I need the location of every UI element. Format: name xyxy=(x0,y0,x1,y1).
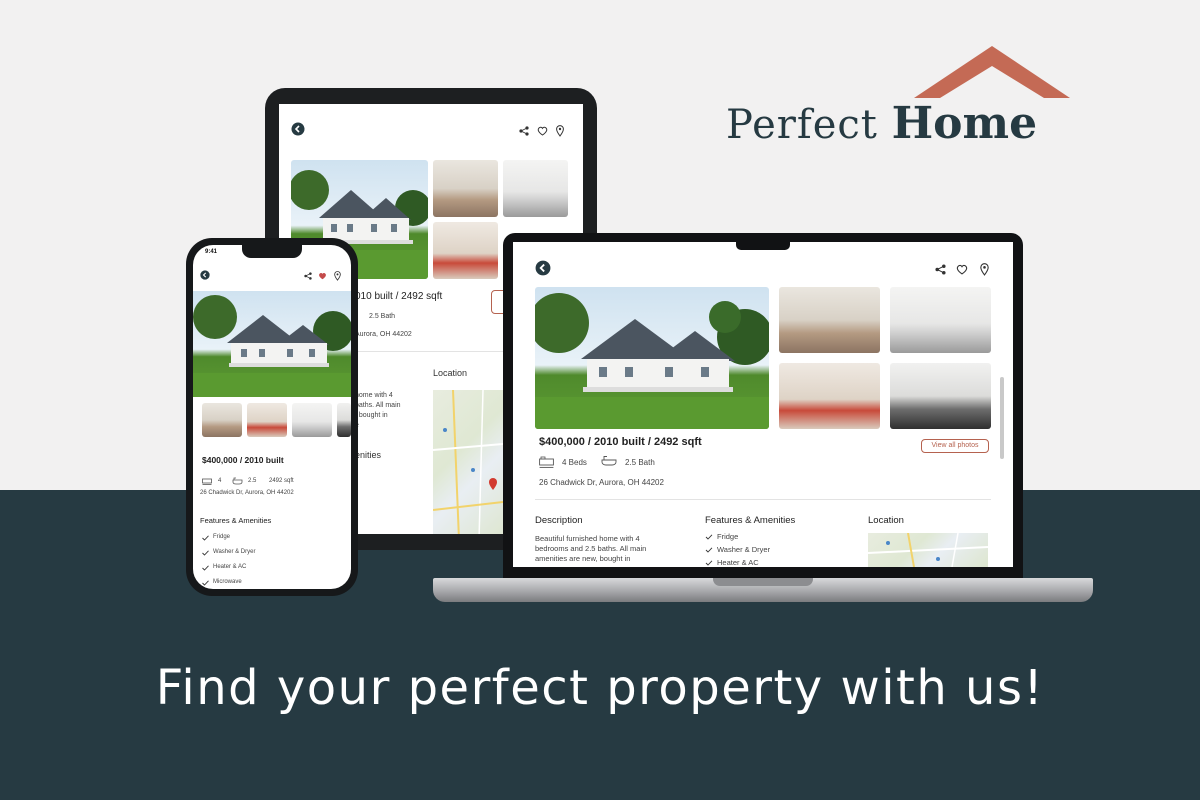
map-roads xyxy=(868,533,988,567)
heart-icon[interactable] xyxy=(537,126,548,136)
heart-icon[interactable] xyxy=(318,272,327,280)
tablet-address: Aurora, OH 44202 xyxy=(355,331,412,338)
brand-name-bold: Home xyxy=(891,98,1038,149)
check-icon xyxy=(202,550,209,556)
phone-baths: 2.5 xyxy=(248,478,257,484)
check-icon xyxy=(705,560,713,566)
feature-item-3: Heater & AC xyxy=(717,558,759,567)
tablet-location-heading: Location xyxy=(433,368,468,378)
house-illustration xyxy=(193,295,351,397)
share-icon[interactable] xyxy=(519,126,529,136)
tablet-amenities-heading: enities xyxy=(355,450,382,460)
laptop-screen: $400,000 / 2010 built / 2492 sqft View a… xyxy=(513,242,1013,567)
check-icon xyxy=(705,547,713,553)
tagline: Find your perfect property with us! xyxy=(155,660,1045,716)
bath-icon xyxy=(232,477,243,485)
location-pin-icon[interactable] xyxy=(334,271,341,281)
location-pin-icon[interactable] xyxy=(980,263,989,276)
laptop-baths: 2.5 Bath xyxy=(625,458,655,467)
phone-sqft: 2492 sqft xyxy=(269,478,294,484)
phone-house-photo[interactable] xyxy=(193,291,351,397)
location-pin-icon[interactable] xyxy=(556,125,564,137)
description-line-2: bedrooms and 2.5 baths. All main xyxy=(535,544,647,553)
phone-feature-3: Heater & AC xyxy=(213,564,247,570)
share-icon[interactable] xyxy=(304,272,312,280)
check-icon xyxy=(705,534,713,540)
phone-status-time: 9:41 xyxy=(205,249,218,255)
bed-icon xyxy=(202,478,212,485)
laptop-map[interactable] xyxy=(868,533,988,567)
map-roads xyxy=(433,390,503,534)
tablet-baths: 2.5 Bath xyxy=(369,313,396,320)
tablet-desc-line-2: baths. All main xyxy=(355,402,401,409)
phone-thumb-1[interactable] xyxy=(202,403,242,437)
phone-device: 9:41 $400,000 / 2010 built 4 2.5 2492 sq… xyxy=(186,238,358,596)
phone-thumb-4[interactable] xyxy=(337,403,351,437)
back-arrow-icon[interactable] xyxy=(200,270,210,280)
brand-name-light: Perfect xyxy=(726,102,878,148)
feature-item-2: Washer & Dryer xyxy=(717,545,771,554)
location-heading: Location xyxy=(868,515,904,526)
brand-logo: Perfect Home xyxy=(722,44,1092,154)
laptop-beds: 4 Beds xyxy=(562,458,587,467)
features-heading: Features & Amenities xyxy=(705,515,796,526)
living-room-photo[interactable] xyxy=(779,287,880,353)
living-room-photo[interactable] xyxy=(433,160,498,217)
description-heading: Description xyxy=(535,515,583,526)
phone-notch xyxy=(242,244,302,258)
tablet-price-line: 010 built / 2492 sqft xyxy=(355,291,443,302)
phone-beds: 4 xyxy=(218,478,222,484)
bath-icon xyxy=(601,456,617,466)
kitchen-photo[interactable] xyxy=(503,160,568,217)
kitchen-dark-photo[interactable] xyxy=(890,363,991,429)
phone-features-heading: Features & Amenities xyxy=(200,516,272,525)
phone-price-line: $400,000 / 2010 built xyxy=(202,455,284,465)
main-house-photo[interactable] xyxy=(535,287,769,429)
house-illustration xyxy=(535,293,769,429)
description-line-3: amenities are new, bought in xyxy=(535,554,631,563)
scrollbar-thumb[interactable] xyxy=(1000,377,1004,459)
tablet-divider xyxy=(355,351,503,352)
check-icon xyxy=(202,565,209,571)
laptop-price-line: $400,000 / 2010 built / 2492 sqft xyxy=(539,436,702,448)
back-arrow-icon[interactable] xyxy=(291,122,305,136)
description-line-1: Beautiful furnished home with 4 xyxy=(535,534,640,543)
tablet-map[interactable] xyxy=(433,390,503,534)
brand-wordmark: Perfect Home xyxy=(726,98,1037,149)
check-icon xyxy=(202,580,209,586)
kitchen-photo[interactable] xyxy=(890,287,991,353)
back-arrow-icon[interactable] xyxy=(535,260,551,276)
laptop-address: 26 Chadwick Dr, Aurora, OH 44202 xyxy=(539,478,664,487)
roof-icon xyxy=(914,46,1070,98)
laptop-device: $400,000 / 2010 built / 2492 sqft View a… xyxy=(503,233,1023,580)
heart-icon[interactable] xyxy=(956,264,968,275)
tablet-desc-line-3: , bought in xyxy=(355,412,388,419)
lounge-photo[interactable] xyxy=(779,363,880,429)
phone-thumb-2[interactable] xyxy=(247,403,287,437)
phone-address: 26 Chadwick Dr, Aurora, OH 44202 xyxy=(200,490,294,496)
phone-feature-4: Microwave xyxy=(213,579,242,585)
bed-icon xyxy=(539,456,554,468)
phone-feature-1: Fridge xyxy=(213,534,231,540)
check-icon xyxy=(202,535,209,541)
phone-thumb-3[interactable] xyxy=(292,403,332,437)
phone-feature-2: Washer & Dryer xyxy=(213,549,256,555)
view-all-photos-button[interactable]: View all photos xyxy=(921,439,989,453)
laptop-camera-notch xyxy=(736,240,790,250)
phone-screen: 9:41 $400,000 / 2010 built 4 2.5 2492 sq… xyxy=(193,245,351,589)
laptop-groove xyxy=(713,578,813,586)
feature-item-1: Fridge xyxy=(717,532,739,541)
lounge-photo[interactable] xyxy=(433,222,498,279)
tablet-desc-line-1: home with 4 xyxy=(355,392,393,399)
share-icon[interactable] xyxy=(935,264,946,275)
laptop-divider xyxy=(535,499,991,500)
